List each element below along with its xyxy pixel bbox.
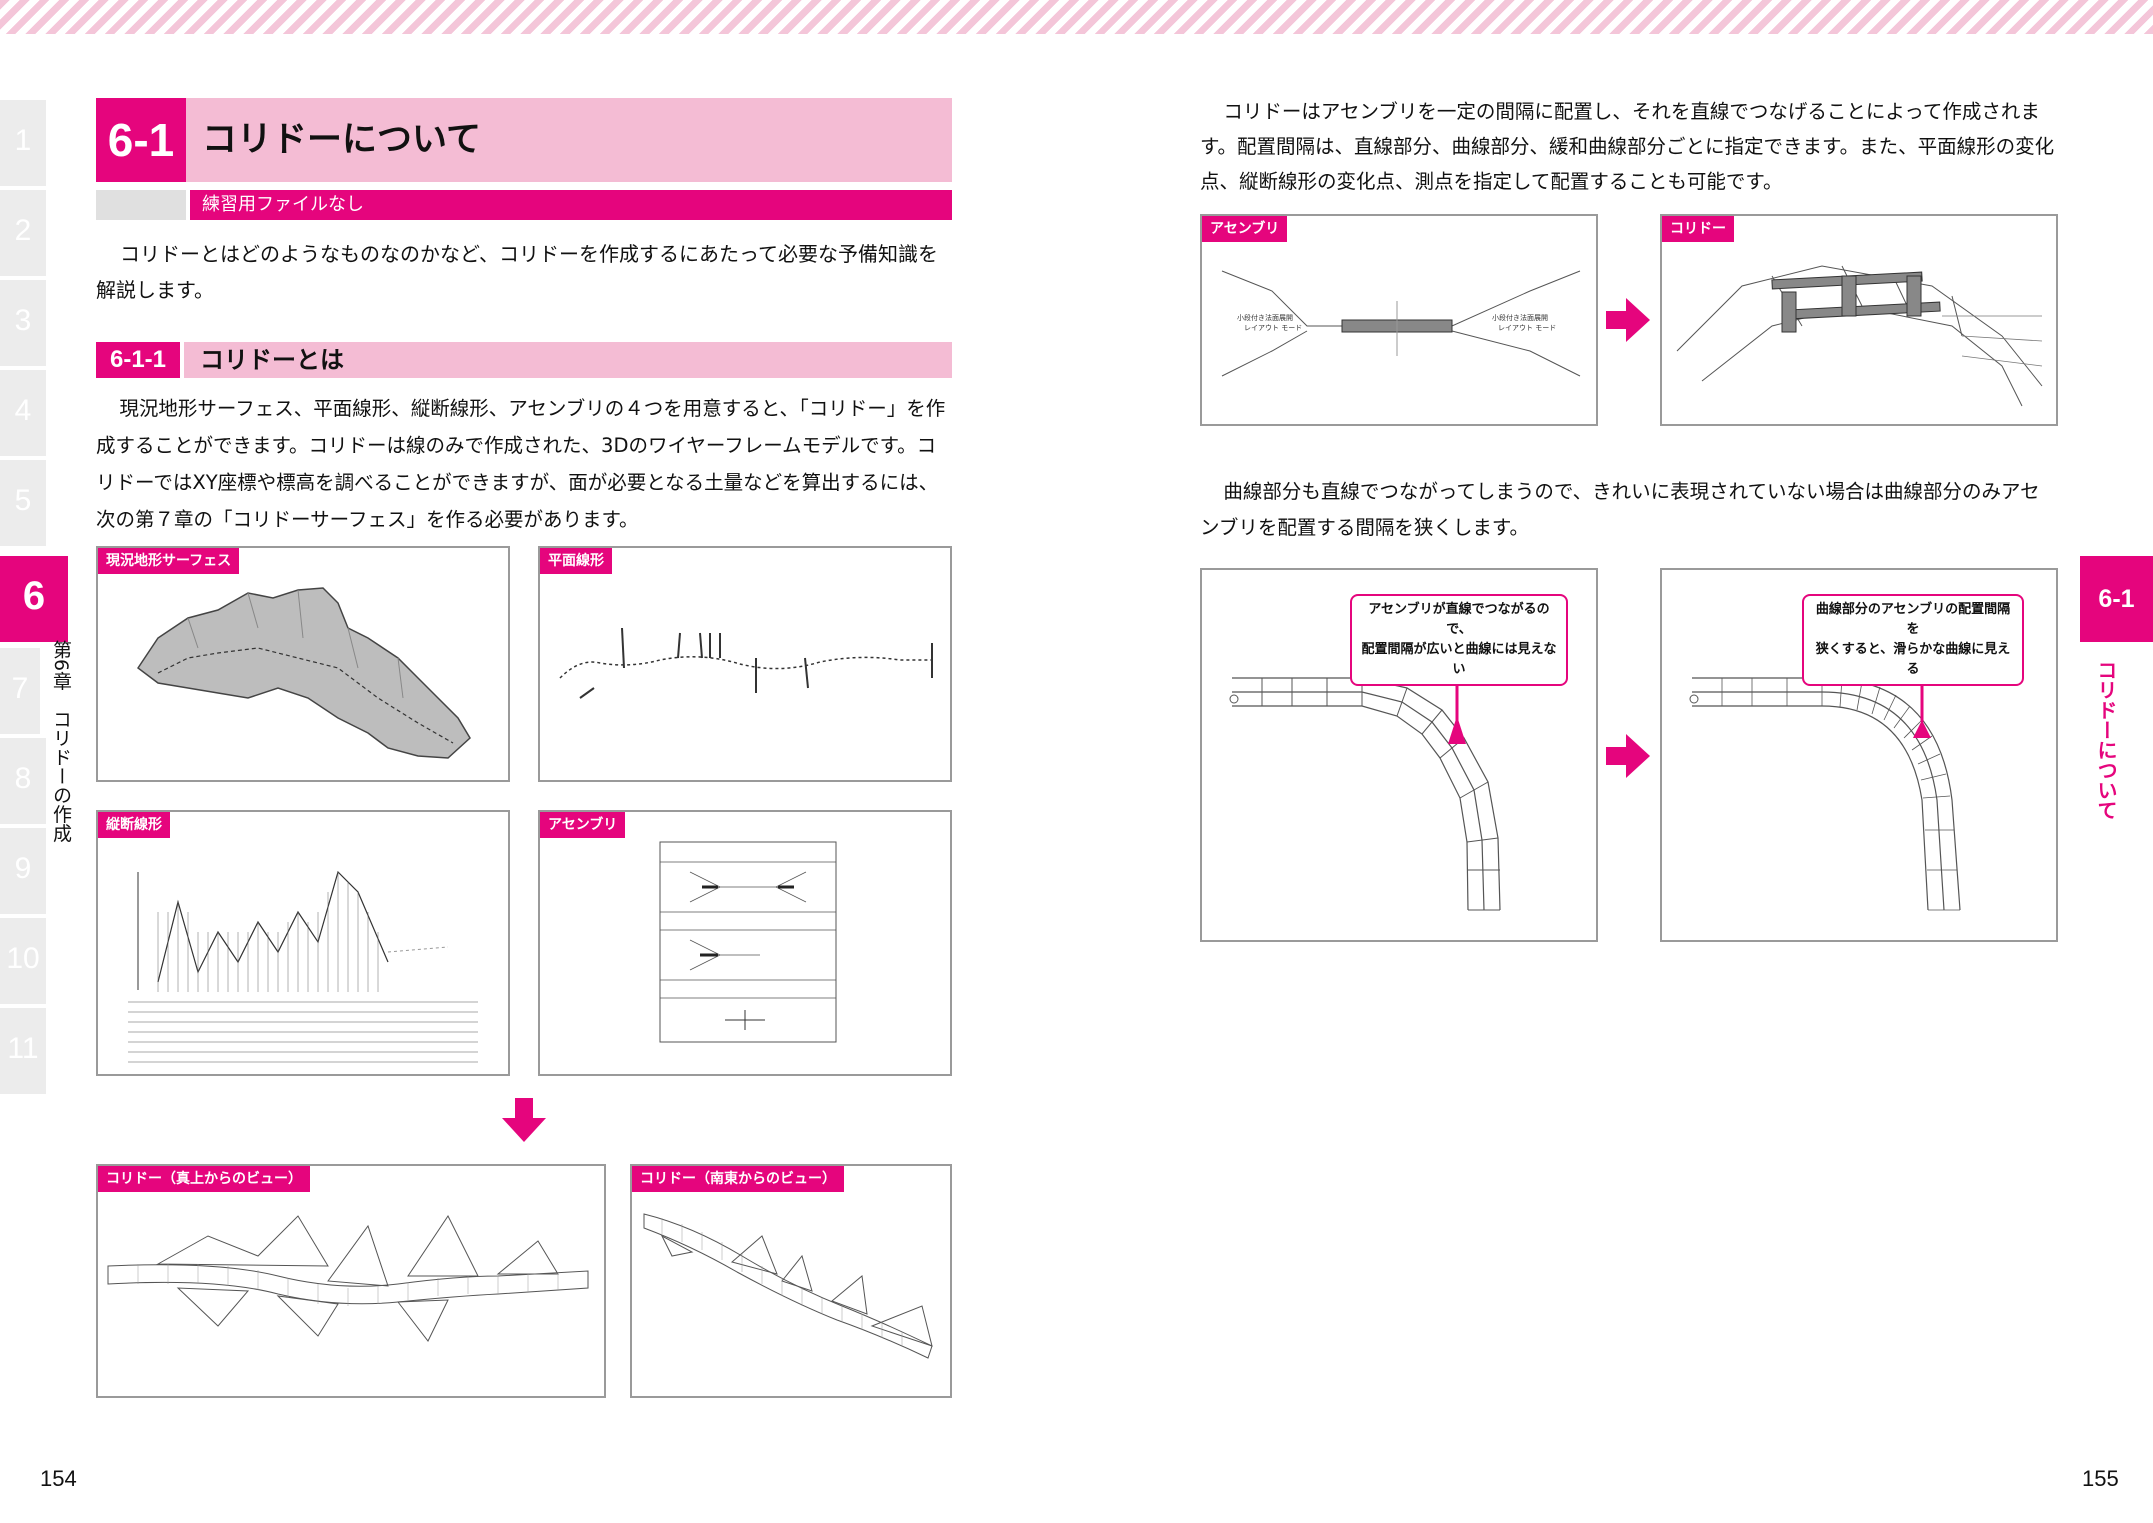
figure-label: アセンブリ (1202, 216, 1288, 242)
chapter-tab-label: 9 (14, 852, 32, 885)
figure-right-corridor: コリドー (1660, 214, 2058, 426)
chapter-tab-4[interactable]: 4 (0, 370, 46, 456)
alignment-illustration (559, 627, 933, 699)
chapter-tab-11[interactable]: 11 (0, 1008, 46, 1094)
subsection-title: コリドーとは (184, 342, 952, 378)
chapter-tab-label: 6 (22, 574, 46, 618)
asm-left-text-1: 小段付き法面展開 (1237, 313, 1293, 322)
chapter-tab-label: 7 (11, 672, 29, 705)
chapter-tab-label: 1 (14, 124, 32, 157)
asm-right-text-2: レイアウト モード (1498, 324, 1556, 332)
right-assembly-illustration: 小段付き法面展開 レイアウト モード 小段付き法面展開 レイアウト モード (1221, 270, 1581, 377)
section-tab-right[interactable]: 6-1 (2080, 556, 2153, 642)
figure-label: 現況地形サーフェス (98, 548, 240, 574)
figure-corridor-top: コリドー（真上からのビュー） (96, 1164, 606, 1398)
figure-assembly: アセンブリ (538, 810, 952, 1076)
figure-curve-coarse: アセンブリが直線でつながるので、 配置間隔が広いと曲線には見えない (1200, 568, 1598, 942)
figure-corridor-se: コリドー（南東からのビュー） (630, 1164, 952, 1398)
section-subbar-grey (96, 190, 186, 220)
section-subbar: 練習用ファイルなし (190, 190, 952, 220)
asm-left-text-2: レイアウト モード (1244, 324, 1302, 332)
body-paragraph: 現況地形サーフェス、平面線形、縦断線形、アセンブリの４つを用意すると、「コリドー… (96, 397, 946, 531)
figure-label: 縦断線形 (98, 812, 170, 838)
page-number-right: 155 (2082, 1466, 2119, 1491)
chapter-tab-9[interactable]: 9 (0, 828, 46, 914)
down-arrow-icon (502, 1098, 546, 1142)
chapter-tab-3[interactable]: 3 (0, 280, 46, 366)
chapter-tab-5[interactable]: 5 (0, 460, 46, 546)
subsection-number: 6-1-1 (96, 342, 180, 378)
figure-label: コリドー（南東からのビュー） (632, 1166, 844, 1192)
chapter-tab-8[interactable]: 8 (0, 738, 46, 824)
callout-fine: 曲線部分のアセンブリの配置間隔を 狭くすると、滑らかな曲線に見える (1802, 594, 2024, 686)
right-vertical-title: コリドーについて (2094, 660, 2118, 820)
chapter-tab-label: 11 (7, 1032, 39, 1065)
figure-surface: 現況地形サーフェス (96, 546, 510, 782)
chapter-tab-label: 5 (14, 484, 32, 517)
page-number-left: 154 (40, 1466, 77, 1491)
figure-label: アセンブリ (540, 812, 626, 838)
surface-illustration (136, 587, 471, 759)
figure-profile: 縦断線形 (96, 810, 510, 1076)
chapter-tab-label: 3 (14, 304, 32, 337)
right-paragraph-1: コリドーはアセンブリを一定の間隔に配置し、それを直線でつなげることによって作成さ… (1200, 100, 2055, 193)
chapter-tab-label: 10 (6, 942, 40, 975)
corridor-se-illustration (643, 1213, 933, 1359)
intro-paragraph: コリドーとはどのようなものなのかなど、コリドーを作成するにあたって必要な予備知識… (96, 242, 938, 302)
assembly-illustration (659, 841, 837, 1043)
chapter-tab-2[interactable]: 2 (0, 190, 46, 276)
section-number: 6-1 (96, 98, 186, 182)
right-corridor-illustration (1676, 265, 2043, 407)
figure-label: コリドー (1662, 216, 1734, 242)
profile-illustration (128, 870, 478, 1063)
chapter-tab-10[interactable]: 10 (0, 918, 46, 1004)
right-paragraph-2: 曲線部分も直線でつながってしまうので、きれいに表現されていない場合は曲線部分のみ… (1200, 480, 2040, 539)
chapter-tab-1[interactable]: 1 (0, 100, 46, 186)
chapter-tab-6-active[interactable]: 6 (0, 556, 68, 642)
chapter-tab-label: 2 (14, 214, 32, 247)
section-title: コリドーについて (202, 120, 481, 160)
figure-alignment: 平面線形 (538, 546, 952, 782)
decorative-stripe (0, 0, 2153, 34)
corridor-top-illustration (107, 1215, 589, 1342)
right-arrow-icon (1606, 298, 1650, 342)
chapter-tab-7[interactable]: 7 (0, 648, 40, 734)
right-arrow-icon (1606, 734, 1650, 778)
asm-right-text-1: 小段付き法面展開 (1492, 313, 1548, 322)
figure-label: コリドー（真上からのビュー） (98, 1166, 310, 1192)
figure-label: 平面線形 (540, 548, 612, 574)
callout-coarse: アセンブリが直線でつながるので、 配置間隔が広いと曲線には見えない (1350, 594, 1568, 686)
chapter-tab-label: 4 (14, 394, 32, 427)
figure-right-assembly: 小段付き法面展開 レイアウト モード 小段付き法面展開 レイアウト モード アセ… (1200, 214, 1598, 426)
figure-curve-fine: 曲線部分のアセンブリの配置間隔を 狭くすると、滑らかな曲線に見える (1660, 568, 2058, 942)
chapter-vertical-title: 第6章 コリドーの作成 (50, 640, 72, 843)
chapter-tab-label: 8 (14, 762, 32, 795)
